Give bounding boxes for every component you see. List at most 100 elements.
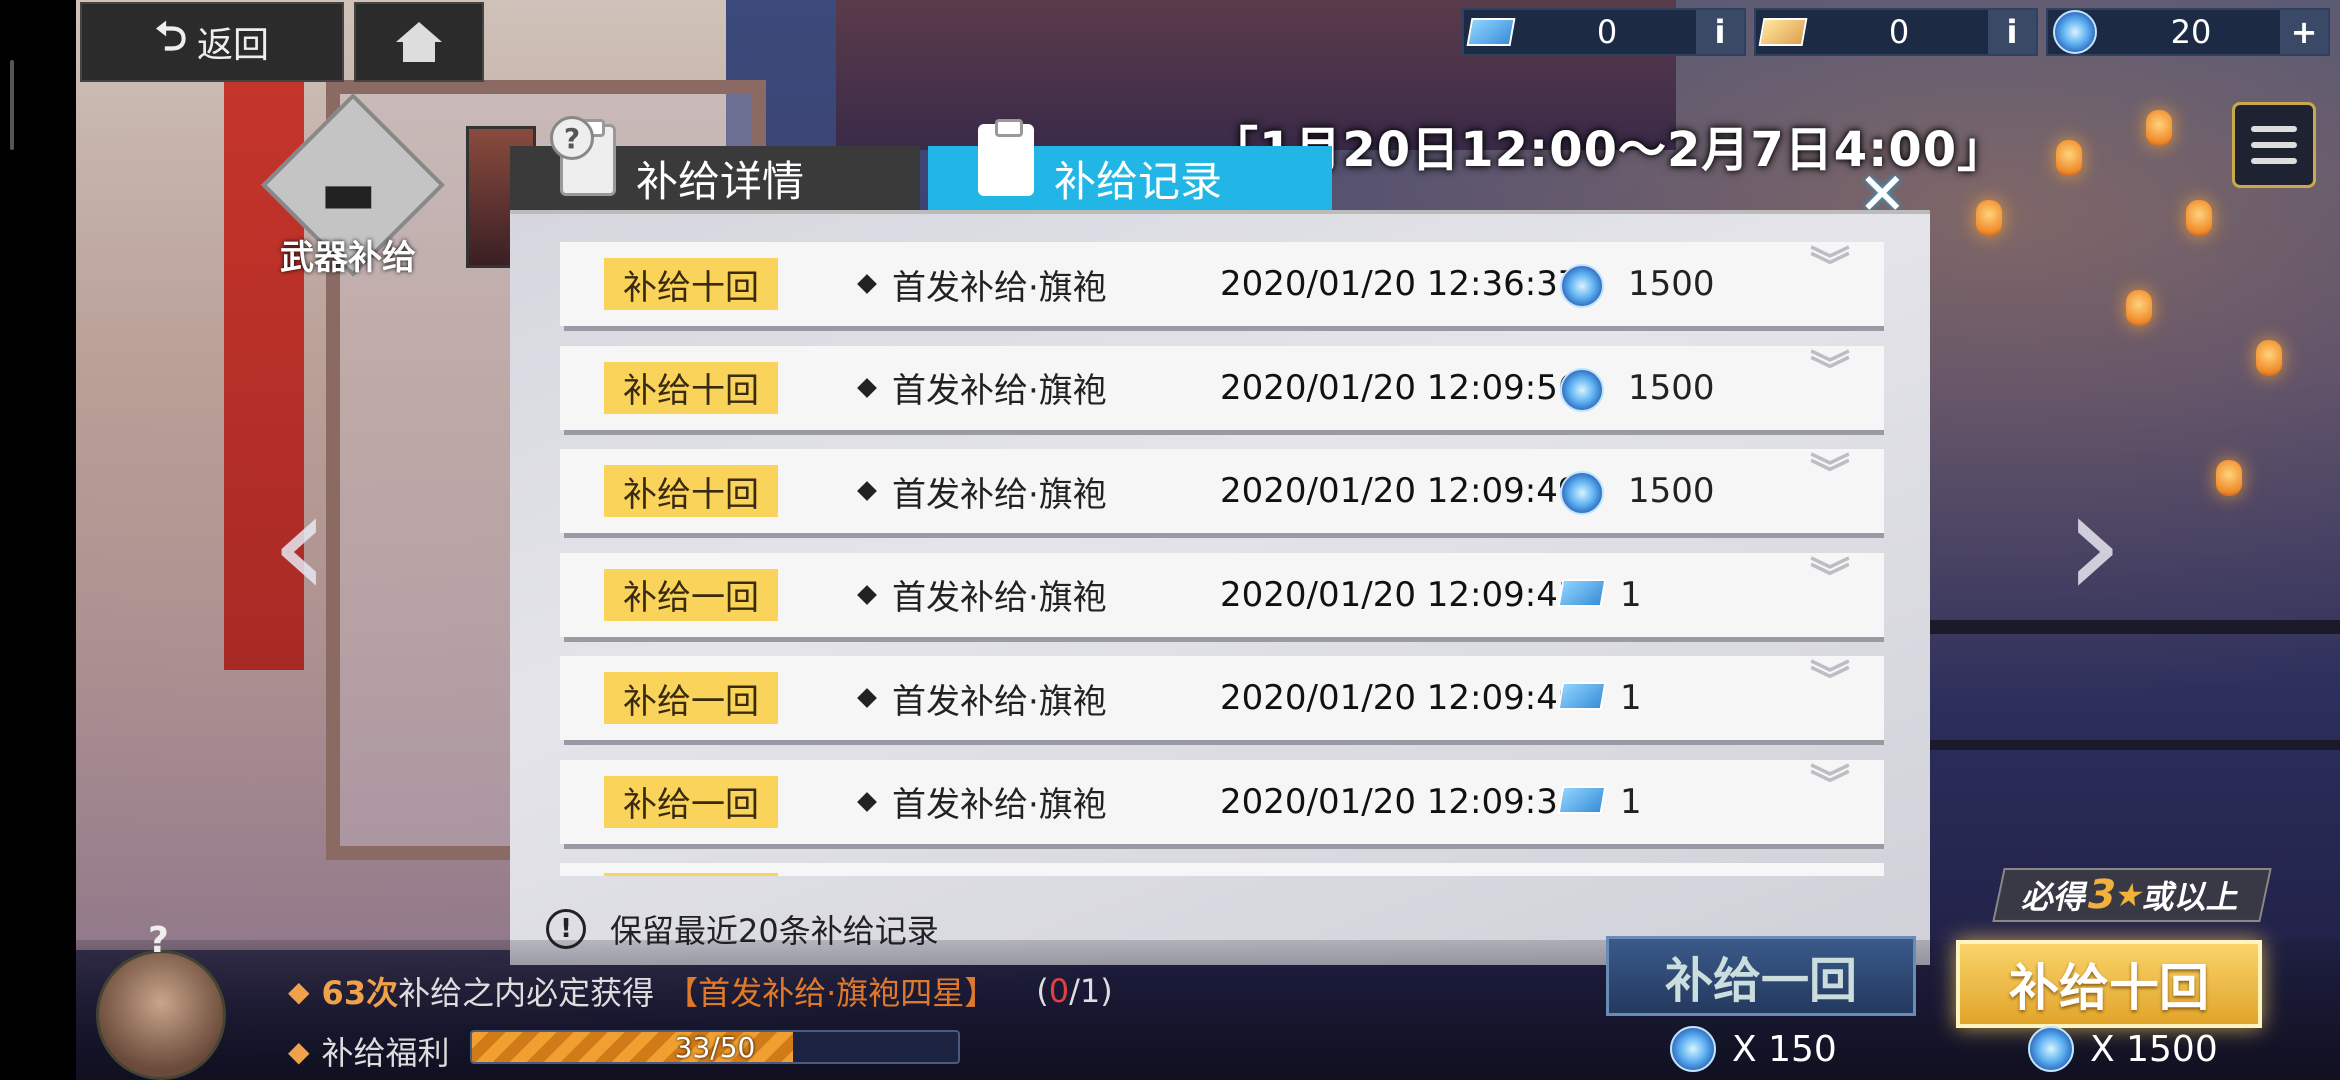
record-row[interactable]: 补给十回 首发补给·旗袍 2020/01/20 12:09:49 1500 ︾ — [560, 449, 1884, 533]
welfare-progress-bar[interactable]: 33/50 — [470, 1030, 960, 1064]
back-arrow-icon: ⮌ — [154, 14, 188, 60]
cat-avatar[interactable] — [96, 950, 226, 1080]
record-row[interactable]: 补给十回 首发补给·旗袍 2020/01/20 12:09:56 1500 ︾ — [560, 345, 1884, 430]
blue-ticket-icon — [1557, 682, 1607, 710]
diamond-bullet-icon — [857, 791, 877, 812]
back-label: 返回 — [197, 25, 270, 66]
home-button[interactable] — [354, 2, 484, 82]
record-type-badge: 补给一回 — [604, 775, 778, 828]
ten-cost-value: X 1500 — [2090, 1028, 2218, 1070]
guarantee-text: 补给之内必定获得 — [398, 974, 655, 1012]
record-item: 首发补给·旗袍 — [892, 681, 1107, 722]
info-button[interactable]: i — [1696, 10, 1744, 54]
blue-ticket-icon — [1466, 18, 1516, 46]
crystal-gem-icon — [2028, 1026, 2074, 1072]
weapon-supply-tab[interactable]: ▬ 武器补给 — [261, 93, 445, 280]
record-item: 首发补给·旗袍 — [892, 474, 1107, 515]
currency-value: 0 — [1888, 13, 1910, 51]
weapon-supply-label: 武器补给 — [280, 238, 416, 278]
diamond-bullet-icon — [857, 377, 877, 398]
lantern-icon — [2146, 110, 2172, 146]
expand-chevron-icon[interactable]: ︾ — [1810, 454, 1850, 494]
tab-supply-records[interactable]: 补给记录 — [928, 119, 1332, 210]
add-currency-button[interactable]: + — [2280, 10, 2328, 54]
record-item: 首发补给·旗袍 — [892, 371, 1107, 411]
diamond-bullet-icon — [857, 688, 877, 708]
crystal-gem-icon — [2053, 10, 2097, 54]
menu-button[interactable] — [2232, 102, 2316, 188]
guarantee-info: ◆ 63次 补给之内必定获得 【首发补给·旗袍四星】 (0/1) — [288, 968, 1113, 1014]
crystal-gem-icon — [1670, 1026, 1716, 1072]
record-reward: 1500 — [1628, 367, 1715, 408]
lantern-icon — [2126, 290, 2152, 326]
record-time: 2020/01/20 12:09:36 — [1220, 781, 1580, 822]
once-cost-value: X 150 — [1732, 1028, 1837, 1070]
record-row[interactable]: 补给一回 首发补给·旗袍 2020/01/20 12:09:36 1 ︾ — [560, 759, 1884, 844]
prev-arrow-icon[interactable]: ‹ — [270, 470, 330, 620]
record-time: 2020/01/20 12:09:56 — [1220, 367, 1580, 408]
system-edge — [0, 0, 76, 1080]
bg-bench — [1926, 620, 2340, 750]
diamond-bullet-icon — [857, 274, 877, 294]
currency-value: 0 — [1596, 13, 1618, 51]
crystal-gem-icon — [1560, 264, 1604, 308]
record-type-badge: 补给十回 — [604, 361, 778, 414]
welfare-info: ◆ 补给福利 — [288, 1028, 450, 1074]
record-row[interactable]: 补给十回 首发补给·旗袍 2020/01/20 12:36:37 1500 ︾ — [560, 242, 1884, 326]
diamond-bullet-icon — [857, 584, 877, 605]
back-button[interactable]: ⮌ 返回 — [80, 2, 344, 82]
record-time: 2020/01/20 12:09:49 — [1220, 471, 1580, 511]
welfare-label: 补给福利 — [321, 1034, 450, 1072]
details-icon: ? — [550, 116, 620, 210]
home-icon — [396, 22, 442, 62]
tab-label: 补给详情 — [636, 156, 805, 206]
gold-ticket-icon — [1758, 18, 1808, 46]
once-cost: X 150 — [1670, 1026, 1837, 1072]
lantern-icon — [2216, 460, 2242, 496]
help-button[interactable]: ? — [148, 920, 169, 961]
diamond-bullet-icon — [857, 481, 877, 501]
supply-ten-button[interactable]: 补给十回 — [1956, 940, 2262, 1028]
record-time: 2020/01/20 12:36:37 — [1220, 264, 1580, 304]
guarantee-progress: (0/1) — [1036, 972, 1113, 1010]
record-row-partial[interactable] — [560, 863, 1884, 876]
record-reward: 1500 — [1628, 264, 1715, 304]
tab-supply-details[interactable]: ? 补给详情 — [510, 116, 920, 210]
lantern-icon — [1976, 200, 2002, 236]
info-button[interactable]: i — [1988, 10, 2036, 54]
lantern-icon — [2186, 200, 2212, 236]
currency-blue-ticket: 0 i — [1462, 8, 1746, 56]
currency-gold-ticket: 0 i — [1754, 8, 2038, 56]
guarantee-tag: 必得 3 ★ 或以上 — [1992, 868, 2272, 922]
expand-chevron-icon[interactable]: ︾ — [1810, 247, 1850, 287]
expand-chevron-icon[interactable]: ︾ — [1810, 351, 1850, 391]
tab-label: 补给记录 — [1054, 156, 1223, 206]
supply-once-button[interactable]: 补给一回 — [1606, 936, 1916, 1016]
lantern-icon — [2056, 140, 2082, 176]
record-time: 2020/01/20 12:09:40 — [1220, 678, 1580, 718]
clipboard-icon — [968, 119, 1038, 210]
record-item: 首发补给·旗袍 — [892, 267, 1107, 308]
record-item: 首发补给·旗袍 — [892, 578, 1107, 618]
blue-ticket-icon — [1557, 785, 1607, 814]
record-reward: 1 — [1620, 781, 1642, 822]
record-time: 2020/01/20 12:09:43 — [1220, 574, 1580, 615]
question-icon: ? — [550, 116, 594, 160]
next-arrow-icon[interactable]: › — [2064, 470, 2124, 620]
expand-chevron-icon[interactable]: ︾ — [1810, 765, 1850, 805]
lantern-icon — [2256, 340, 2282, 376]
ten-cost: X 1500 — [2028, 1026, 2218, 1072]
record-row[interactable]: 补给一回 首发补给·旗袍 2020/01/20 12:09:43 1 ︾ — [560, 552, 1884, 637]
currency-value: 20 — [2170, 13, 2212, 51]
record-row[interactable]: 补给一回 首发补给·旗袍 2020/01/20 12:09:40 1 ︾ — [560, 656, 1884, 740]
expand-chevron-icon[interactable]: ︾ — [1810, 661, 1850, 701]
record-type-badge: 补给十回 — [604, 258, 778, 310]
guarantee-count: 63次 — [321, 974, 399, 1012]
expand-chevron-icon[interactable]: ︾ — [1810, 558, 1850, 598]
edge-handle — [10, 60, 14, 150]
record-reward: 1 — [1620, 574, 1642, 615]
crystal-gem-icon — [1560, 471, 1604, 515]
diamond-bullet-icon: ◆ — [288, 974, 310, 1008]
records-list[interactable]: 补给十回 首发补给·旗袍 2020/01/20 12:36:37 1500 ︾ … — [560, 242, 1884, 876]
records-panel: 补给十回 首发补给·旗袍 2020/01/20 12:36:37 1500 ︾ … — [510, 210, 1930, 965]
